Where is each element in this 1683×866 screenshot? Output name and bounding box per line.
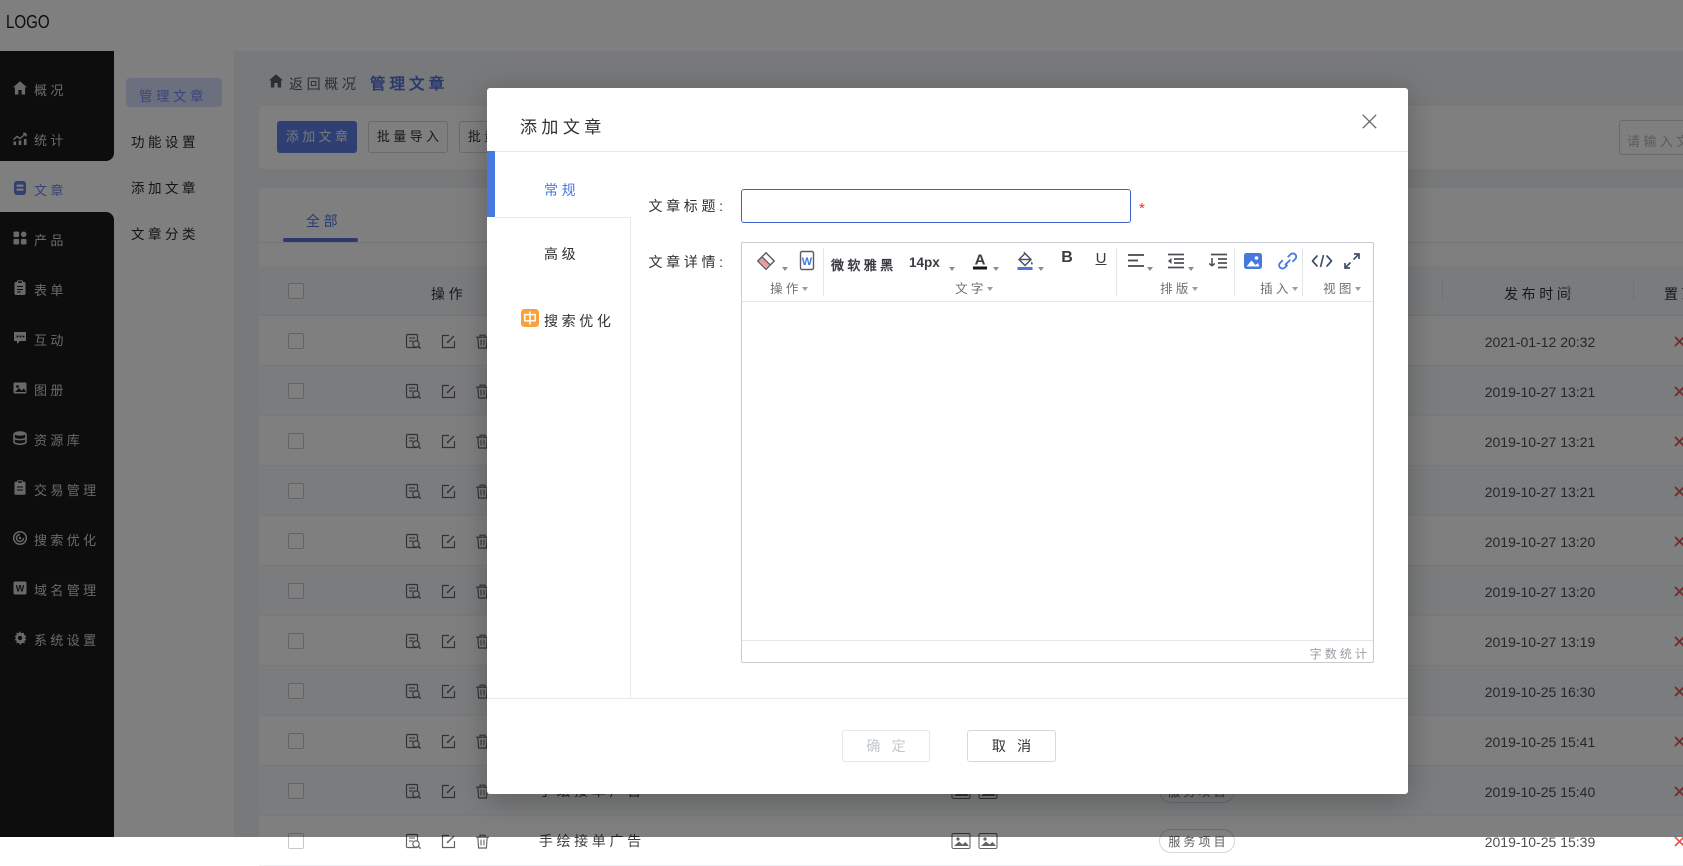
svg-text:W: W — [802, 256, 813, 268]
svg-text:A: A — [975, 252, 986, 269]
